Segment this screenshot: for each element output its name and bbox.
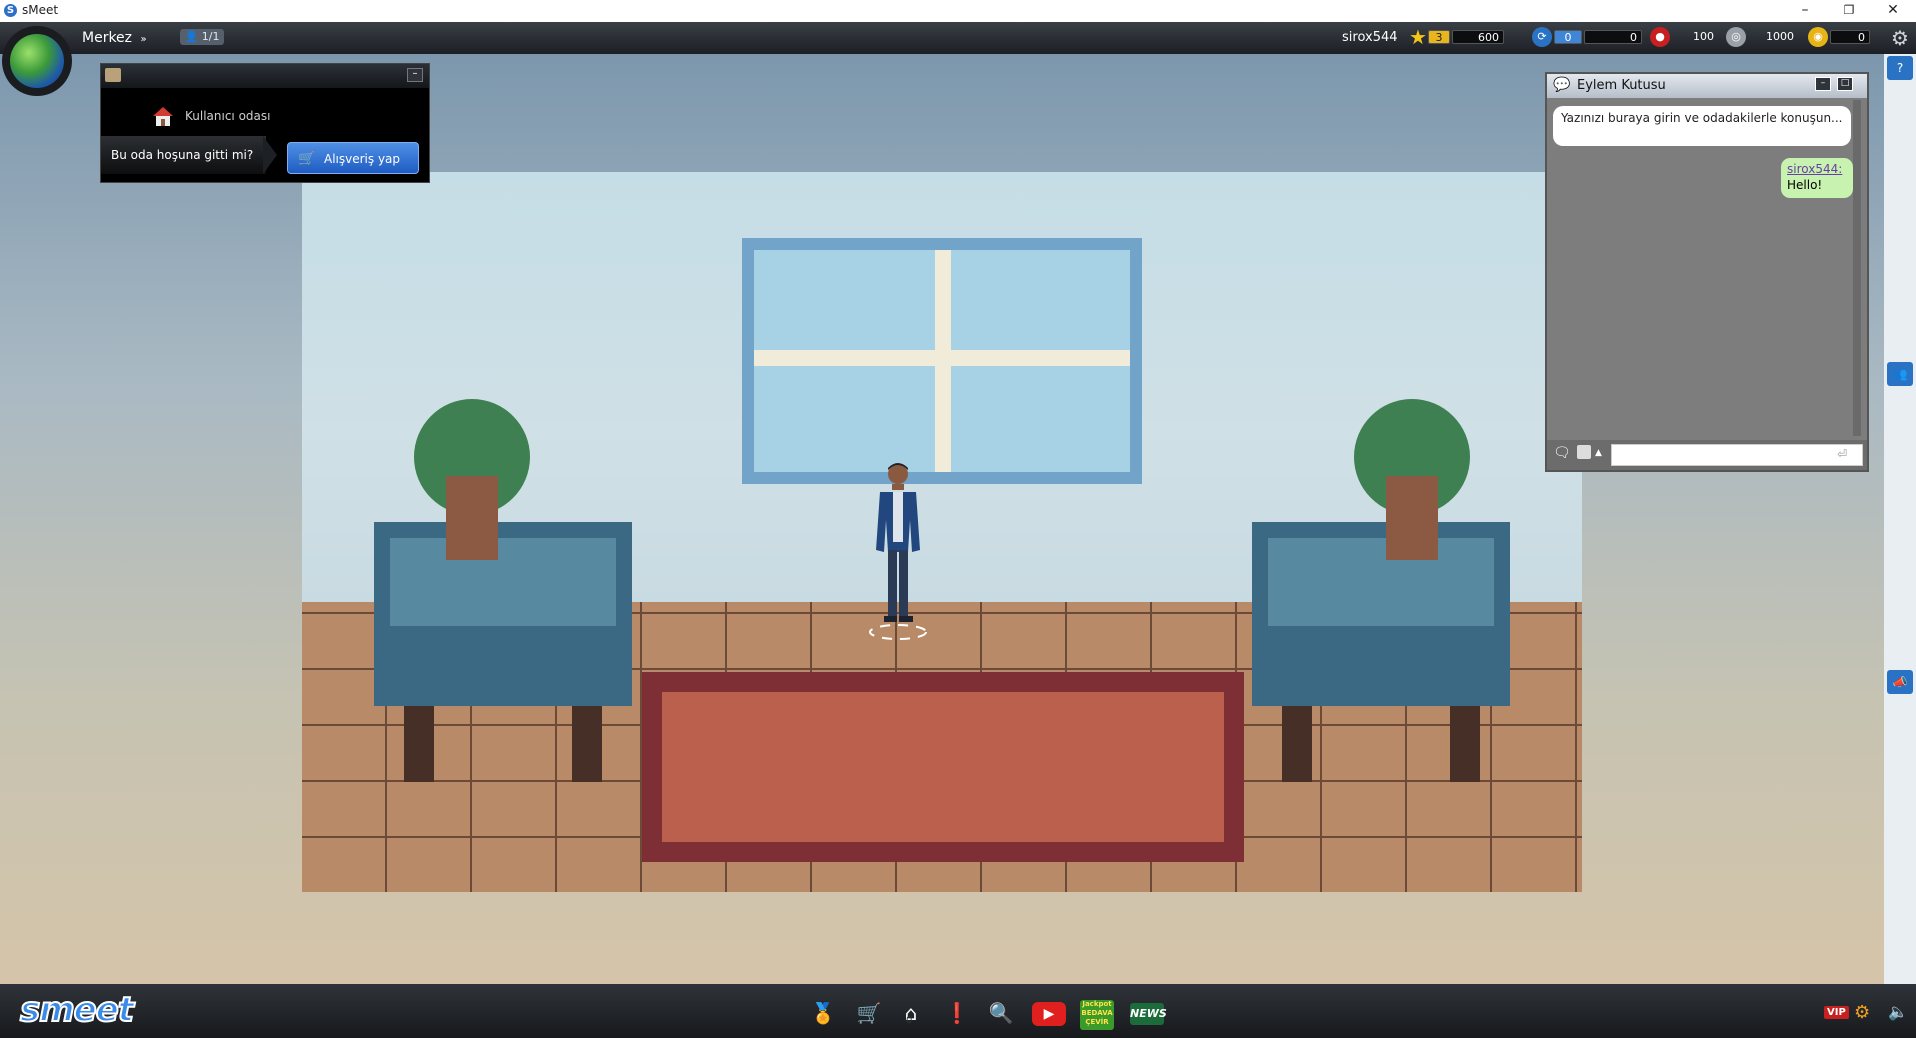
level-value: 3 (1428, 30, 1450, 44)
megaphone-icon[interactable]: 📣 (1887, 670, 1913, 694)
jackpot-button[interactable]: Jackpot BEDAVA ÇEVİR (1080, 1000, 1114, 1030)
sound-icon[interactable]: 🔈 (1888, 1002, 1908, 1021)
left-plant-pot (446, 476, 498, 560)
chat-title: Eylem Kutusu (1577, 78, 1666, 93)
blue-currency-stat[interactable]: ⟳ 0 0 (1532, 27, 1642, 47)
chat-panel: 💬 Eylem Kutusu – □ Yazınızı buraya girin… (1545, 72, 1869, 472)
app-icon: S (4, 4, 17, 17)
right-nightstand-leg (1282, 706, 1312, 782)
user-avatar[interactable] (868, 460, 928, 640)
location-selector[interactable]: Merkez » (82, 30, 147, 46)
silver-value: 1000 (1766, 30, 1794, 43)
chat-input-row: 🗨 ▲ ⏎ (1547, 440, 1867, 470)
room-window[interactable] (742, 238, 1142, 484)
cart-icon: 🛒 (298, 151, 316, 167)
minimize-window-button[interactable]: – (1782, 0, 1828, 22)
message-author[interactable]: sirox544: (1787, 161, 1847, 177)
user-icon: 👤 (184, 30, 199, 43)
message-text: Hello! (1787, 178, 1823, 192)
jackpot-label: BEDAVA (1081, 1009, 1113, 1017)
location-name: Merkez (82, 30, 133, 46)
gold-currency-stat[interactable]: ◉ 0 (1808, 27, 1870, 47)
red-gem-icon: ● (1650, 27, 1670, 47)
restore-window-button[interactable]: ❐ (1826, 0, 1872, 22)
right-plant-pot (1386, 476, 1438, 560)
users-count-text: 1/1 (201, 30, 220, 43)
chevron-up-icon[interactable]: ▲ (1595, 448, 1602, 458)
like-room-question: Bu oda hoşuna gitti mi? (101, 136, 266, 174)
shop-button[interactable]: 🛒 Alışveriş yap (287, 142, 419, 174)
chevron-right-icon: » (140, 34, 147, 45)
house-icon (153, 107, 173, 126)
shop-button-label: Alışveriş yap (324, 152, 401, 166)
info-icon[interactable]: ❗ (940, 998, 974, 1028)
minimize-chat-button[interactable]: – (1815, 77, 1831, 91)
blue-bar-value: 0 (1554, 30, 1582, 44)
youtube-icon[interactable]: ▶ (1032, 1002, 1066, 1026)
jackpot-label: ÇEVİR (1085, 1018, 1109, 1026)
star-icon: ★ (1409, 25, 1427, 49)
red-currency-stat[interactable]: ● 100 (1650, 27, 1718, 47)
room-info-header (101, 64, 429, 88)
room-name: Kullanıcı odası (185, 109, 271, 123)
jackpot-label: Jackpot (1082, 1000, 1112, 1008)
silver-coin-icon: ◎ (1726, 27, 1746, 47)
right-rail: ? 👥 📣 (1884, 54, 1916, 984)
silver-currency-stat[interactable]: ◎ 1000 (1726, 27, 1798, 47)
xp-value: 600 (1452, 30, 1504, 44)
chat-scrollbar[interactable] (1853, 100, 1861, 436)
level-xp-stat[interactable]: ★ 3 600 (1408, 27, 1504, 47)
left-nightstand-leg (404, 706, 434, 782)
red-value: 100 (1693, 30, 1714, 43)
window-titlebar: S sMeet – ❐ ✕ (0, 0, 1916, 22)
blue-value: 0 (1584, 30, 1642, 44)
chat-hint: Yazınızı buraya girin ve odadakilerle ko… (1553, 106, 1851, 146)
chat-message[interactable]: sirox544: Hello! (1781, 158, 1853, 198)
settings-gear-icon[interactable]: ⚙ (1854, 1002, 1870, 1023)
chat-header[interactable]: 💬 Eylem Kutusu – □ (1547, 74, 1867, 98)
window-title: sMeet (22, 3, 59, 17)
smeet-logo[interactable]: smeet (19, 989, 135, 1031)
cart-icon[interactable]: 🛒 (852, 998, 886, 1028)
box-icon (105, 68, 121, 82)
gold-coin-icon: ◉ (1808, 27, 1828, 47)
minimize-panel-button[interactable]: – (407, 68, 423, 82)
home-icon[interactable]: ⌂ 0 (894, 998, 928, 1028)
emoticon-icon[interactable] (1577, 445, 1591, 459)
gold-value: 0 (1830, 30, 1870, 44)
chevron-right-icon (263, 136, 277, 174)
globe-icon[interactable] (2, 26, 72, 96)
help-icon[interactable]: ? (1887, 56, 1913, 80)
vip-button[interactable]: VIP (1824, 1006, 1849, 1019)
room-rug[interactable] (642, 672, 1244, 862)
gear-icon[interactable]: ⚙ (1888, 26, 1912, 50)
chat-bubble-icon[interactable]: 🗨 (1553, 445, 1571, 461)
username[interactable]: sirox544 (1342, 30, 1398, 45)
maximize-chat-button[interactable]: □ (1837, 77, 1853, 91)
refresh-coin-icon: ⟳ (1532, 27, 1552, 47)
left-nightstand-leg (572, 706, 602, 782)
right-nightstand-leg (1450, 706, 1480, 782)
enter-icon[interactable]: ⏎ (1837, 447, 1847, 461)
chat-input[interactable] (1611, 444, 1863, 466)
friends-icon[interactable]: 👥 (1887, 362, 1913, 386)
room-users-count[interactable]: 👤 1/1 (180, 29, 224, 45)
close-window-button[interactable]: ✕ (1870, 0, 1916, 22)
news-button[interactable]: NEWS (1130, 1003, 1167, 1025)
cart-count: 0 (906, 1015, 913, 1026)
room-info-panel: – Kullanıcı odası Bu oda hoşuna gitti mi… (100, 63, 430, 183)
award-icon[interactable]: 🏅 (806, 998, 840, 1028)
speech-bubble-icon: 💬 (1553, 77, 1571, 93)
right-nightstand[interactable] (1252, 522, 1510, 706)
search-icon[interactable]: 🔍 (984, 998, 1018, 1028)
left-nightstand[interactable] (374, 522, 632, 706)
